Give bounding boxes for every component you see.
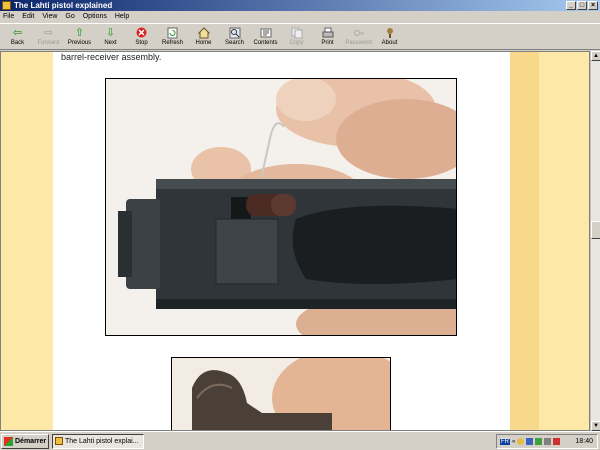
- taskbar-item-browser[interactable]: The Lahti pistol explai...: [52, 434, 144, 449]
- close-button[interactable]: ×: [588, 1, 598, 10]
- forward-label: Forward: [37, 40, 60, 46]
- menu-bar: File Edit View Go Options Help: [0, 11, 600, 22]
- start-button[interactable]: Démarrer: [1, 434, 49, 449]
- contents-icon: [260, 27, 272, 39]
- title-bar: The Lahti pistol explained _ □ ×: [0, 0, 600, 11]
- body-text-fragment: barrel-receiver assembly.: [61, 52, 162, 62]
- scroll-thumb[interactable]: [591, 221, 600, 239]
- print-button[interactable]: Print: [312, 24, 343, 50]
- app-icon: [55, 437, 63, 445]
- left-decor-stripe: [1, 52, 53, 430]
- stop-label: Stop: [135, 40, 148, 46]
- back-label: Back: [10, 40, 25, 46]
- menu-view[interactable]: View: [42, 11, 57, 22]
- system-tray: FR « 18:40: [496, 434, 598, 449]
- windows-flag-icon: [4, 437, 13, 446]
- refresh-icon: [167, 27, 179, 39]
- minimize-button[interactable]: _: [566, 1, 576, 10]
- back-arrow-icon: ⇦: [12, 27, 23, 39]
- page-content[interactable]: barrel-receiver assembly.: [0, 51, 590, 431]
- previous-button[interactable]: ⇧ Previous: [64, 24, 95, 50]
- menu-file[interactable]: File: [3, 11, 14, 22]
- next-down-arrow-icon: ⇩: [105, 27, 116, 39]
- previous-up-arrow-icon: ⇧: [74, 27, 85, 39]
- print-icon: [322, 27, 334, 39]
- tray-expand-icon[interactable]: «: [512, 439, 515, 445]
- tray-icon-4[interactable]: [544, 438, 552, 445]
- copy-button[interactable]: Copy: [281, 24, 312, 50]
- next-button[interactable]: ⇩ Next: [95, 24, 126, 50]
- password-button[interactable]: Password: [343, 24, 374, 50]
- toolbar: ⇦ Back ⇨ Forward ⇧ Previous ⇩ Next Stop …: [0, 23, 600, 50]
- start-label: Démarrer: [15, 438, 47, 445]
- pistol-photo-secondary: [171, 357, 391, 430]
- password-icon: [353, 27, 365, 39]
- right-decor-stripe-dark: [510, 52, 539, 430]
- language-indicator[interactable]: FR: [500, 438, 510, 445]
- taskbar-item-label: The Lahti pistol explai...: [65, 438, 139, 445]
- contents-label: Contents: [253, 40, 278, 46]
- browser-window: The Lahti pistol explained _ □ × File Ed…: [0, 0, 600, 431]
- stop-icon: [136, 27, 148, 39]
- menu-help[interactable]: Help: [115, 11, 129, 22]
- stop-button[interactable]: Stop: [126, 24, 157, 50]
- search-button[interactable]: Search: [219, 24, 250, 50]
- vertical-scrollbar[interactable]: ▲ ▼: [590, 51, 600, 431]
- pistol-photo-main: [105, 78, 457, 336]
- menu-edit[interactable]: Edit: [22, 11, 34, 22]
- password-label: Password: [345, 40, 372, 46]
- copy-icon: [291, 27, 303, 39]
- taskbar: Démarrer The Lahti pistol explai... FR «…: [0, 431, 600, 450]
- home-label: Home: [195, 40, 212, 46]
- about-button[interactable]: About: [374, 24, 405, 50]
- contents-button[interactable]: Contents: [250, 24, 281, 50]
- refresh-label: Refresh: [161, 40, 183, 46]
- forward-arrow-icon: ⇨: [43, 27, 54, 39]
- tray-icon-2[interactable]: [526, 438, 534, 445]
- maximize-button[interactable]: □: [577, 1, 587, 10]
- right-decor-stripe-light: [539, 52, 589, 430]
- tray-icon-5[interactable]: [553, 438, 561, 445]
- scroll-down-icon[interactable]: ▼: [591, 421, 600, 431]
- forward-button[interactable]: ⇨ Forward: [33, 24, 64, 50]
- window-title: The Lahti pistol explained: [14, 1, 113, 10]
- about-label: About: [381, 40, 398, 46]
- refresh-button[interactable]: Refresh: [157, 24, 188, 50]
- next-label: Next: [104, 40, 117, 46]
- scroll-up-icon[interactable]: ▲: [591, 51, 600, 61]
- app-icon: [2, 1, 11, 10]
- home-icon: [197, 27, 210, 39]
- tray-icon-3[interactable]: [535, 438, 543, 445]
- menu-options[interactable]: Options: [83, 11, 107, 22]
- tray-icon-1[interactable]: [517, 438, 525, 445]
- previous-label: Previous: [67, 40, 92, 46]
- print-label: Print: [321, 40, 334, 46]
- about-icon: [384, 27, 396, 39]
- menu-go[interactable]: Go: [65, 11, 74, 22]
- search-icon: [229, 27, 241, 39]
- back-button[interactable]: ⇦ Back: [2, 24, 33, 50]
- home-button[interactable]: Home: [188, 24, 219, 50]
- clock[interactable]: 18:40: [575, 438, 593, 445]
- search-label: Search: [224, 40, 244, 46]
- copy-label: Copy: [289, 40, 304, 46]
